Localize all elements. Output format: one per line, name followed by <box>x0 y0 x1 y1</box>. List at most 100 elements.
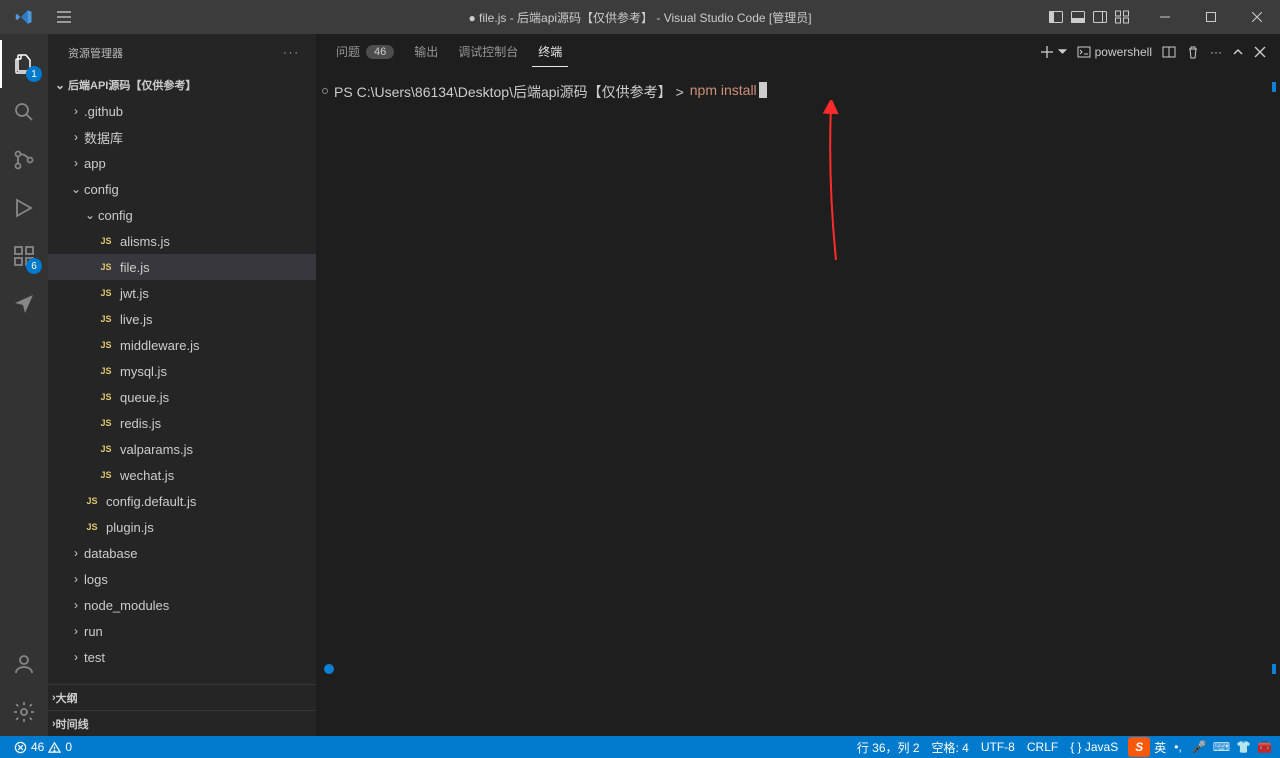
file-jwt[interactable]: JSjwt.js <box>48 280 316 306</box>
js-icon: JS <box>98 392 114 402</box>
activity-explorer-icon[interactable]: 1 <box>0 40 48 88</box>
window-maximize-button[interactable] <box>1188 0 1234 34</box>
section-outline[interactable]: ›大纲 <box>48 684 316 710</box>
js-icon: JS <box>98 418 114 428</box>
close-panel-icon[interactable] <box>1254 46 1266 58</box>
terminal-command: npm install <box>690 82 757 102</box>
js-icon: JS <box>98 366 114 376</box>
sidebar-explorer: 资源管理器 ··· ⌄后端API源码【仅供参考】 ›.github ›数据库 ›… <box>48 34 316 736</box>
activity-source-control-icon[interactable] <box>0 136 48 184</box>
js-icon: JS <box>98 340 114 350</box>
terminal-marker-icon <box>322 88 328 94</box>
file-wechat[interactable]: JSwechat.js <box>48 462 316 488</box>
tab-output[interactable]: 输出 <box>408 37 444 66</box>
maximize-panel-icon[interactable] <box>1232 46 1244 58</box>
tab-debug-console[interactable]: 调试控制台 <box>452 37 524 66</box>
status-language[interactable]: { } JavaS <box>1064 740 1124 754</box>
js-icon: JS <box>84 522 100 532</box>
activity-extensions-icon[interactable]: 6 <box>0 232 48 280</box>
split-terminal-icon[interactable] <box>1162 45 1176 59</box>
scrollbar-mark <box>1272 82 1276 92</box>
file-live[interactable]: JSlive.js <box>48 306 316 332</box>
folder-test[interactable]: ›test <box>48 644 316 670</box>
file-alisms[interactable]: JSalisms.js <box>48 228 316 254</box>
file-redis[interactable]: JSredis.js <box>48 410 316 436</box>
titlebar: ● file.js - 后端api源码【仅供参考】 - Visual Studi… <box>0 0 1280 34</box>
file-mysql[interactable]: JSmysql.js <box>48 358 316 384</box>
folder-logs[interactable]: ›logs <box>48 566 316 592</box>
ime-sogou-icon[interactable]: S <box>1128 737 1150 757</box>
customize-layout-icon[interactable] <box>1112 7 1132 27</box>
activity-run-debug-icon[interactable] <box>0 184 48 232</box>
folder-github[interactable]: ›.github <box>48 98 316 124</box>
ime-mic-icon[interactable]: 🎤 <box>1192 740 1207 754</box>
status-eol[interactable]: CRLF <box>1021 740 1064 754</box>
terminal-cursor <box>759 82 767 98</box>
js-icon: JS <box>98 314 114 324</box>
activity-settings-icon[interactable] <box>0 688 48 736</box>
toggle-panel-icon[interactable] <box>1068 7 1088 27</box>
menu-hamburger-icon[interactable] <box>48 9 80 25</box>
activity-location-icon[interactable] <box>0 280 48 328</box>
folder-run[interactable]: ›run <box>48 618 316 644</box>
annotation-arrow-icon <box>816 100 856 270</box>
js-icon: JS <box>98 288 114 298</box>
js-icon: JS <box>98 236 114 246</box>
status-errors[interactable]: 46 0 <box>8 736 78 758</box>
folder-database-cn[interactable]: ›数据库 <box>48 124 316 150</box>
toggle-primary-sidebar-icon[interactable] <box>1046 7 1066 27</box>
ime-punct[interactable]: •, <box>1170 740 1186 754</box>
js-icon: JS <box>98 444 114 454</box>
new-terminal-button[interactable] <box>1040 45 1067 59</box>
tree-root[interactable]: ⌄后端API源码【仅供参考】 <box>48 72 316 98</box>
file-valparams[interactable]: JSvalparams.js <box>48 436 316 462</box>
section-timeline[interactable]: ›时间线 <box>48 710 316 736</box>
status-spaces[interactable]: 空格: 4 <box>926 739 975 756</box>
ime-tray-icons: 🎤 ⌨ 👕 🧰 <box>1192 740 1272 754</box>
statusbar: 46 0 行 36，列 2 空格: 4 UTF-8 CRLF { } JavaS… <box>0 736 1280 758</box>
ime-skin-icon[interactable]: 👕 <box>1236 740 1251 754</box>
status-encoding[interactable]: UTF-8 <box>975 740 1021 754</box>
js-icon: JS <box>98 262 114 272</box>
file-queue[interactable]: JSqueue.js <box>48 384 316 410</box>
file-tree: ⌄后端API源码【仅供参考】 ›.github ›数据库 ›app ⌄confi… <box>48 72 316 684</box>
file-config-default[interactable]: JSconfig.default.js <box>48 488 316 514</box>
tab-problems[interactable]: 问题46 <box>330 37 400 66</box>
vscode-logo-icon <box>0 8 48 26</box>
tab-terminal[interactable]: 终端 <box>532 37 568 67</box>
editor-panel-area: 问题46 输出 调试控制台 终端 powershell ··· PS C:\Us… <box>316 34 1280 736</box>
toggle-secondary-sidebar-icon[interactable] <box>1090 7 1110 27</box>
folder-app[interactable]: ›app <box>48 150 316 176</box>
folder-database[interactable]: ›database <box>48 540 316 566</box>
layout-controls <box>1036 7 1142 27</box>
file-plugin[interactable]: JSplugin.js <box>48 514 316 540</box>
extensions-badge: 6 <box>26 258 42 274</box>
explorer-badge: 1 <box>26 66 42 82</box>
js-icon: JS <box>84 496 100 506</box>
activity-bar: 1 6 <box>0 34 48 736</box>
terminal-profile-indicator[interactable]: powershell <box>1077 45 1152 59</box>
ime-tool-icon[interactable]: 🧰 <box>1257 740 1272 754</box>
file-file-js[interactable]: JSfile.js <box>48 254 316 280</box>
activity-accounts-icon[interactable] <box>0 640 48 688</box>
window-close-button[interactable] <box>1234 0 1280 34</box>
file-middleware[interactable]: JSmiddleware.js <box>48 332 316 358</box>
folder-node-modules[interactable]: ›node_modules <box>48 592 316 618</box>
ime-keyboard-icon[interactable]: ⌨ <box>1213 740 1230 754</box>
status-ln-col[interactable]: 行 36，列 2 <box>851 739 926 756</box>
folder-config-inner[interactable]: ⌄config <box>48 202 316 228</box>
editor-modified-indicator <box>324 664 334 674</box>
activity-search-icon[interactable] <box>0 88 48 136</box>
kill-terminal-icon[interactable] <box>1186 45 1200 59</box>
ime-lang[interactable]: 英 <box>1150 739 1170 756</box>
terminal-line: PS C:\Users\86134\Desktop\后端api源码【仅供参考】 … <box>334 82 1262 102</box>
terminal-body[interactable]: PS C:\Users\86134\Desktop\后端api源码【仅供参考】 … <box>316 70 1280 736</box>
js-icon: JS <box>98 470 114 480</box>
scrollbar-mark <box>1272 664 1276 674</box>
panel-more-icon[interactable]: ··· <box>1210 45 1222 59</box>
window-minimize-button[interactable] <box>1142 0 1188 34</box>
panel-tabs: 问题46 输出 调试控制台 终端 powershell ··· <box>316 34 1280 70</box>
sidebar-more-icon[interactable]: ··· <box>283 47 300 59</box>
folder-config[interactable]: ⌄config <box>48 176 316 202</box>
problems-count-badge: 46 <box>366 45 394 59</box>
